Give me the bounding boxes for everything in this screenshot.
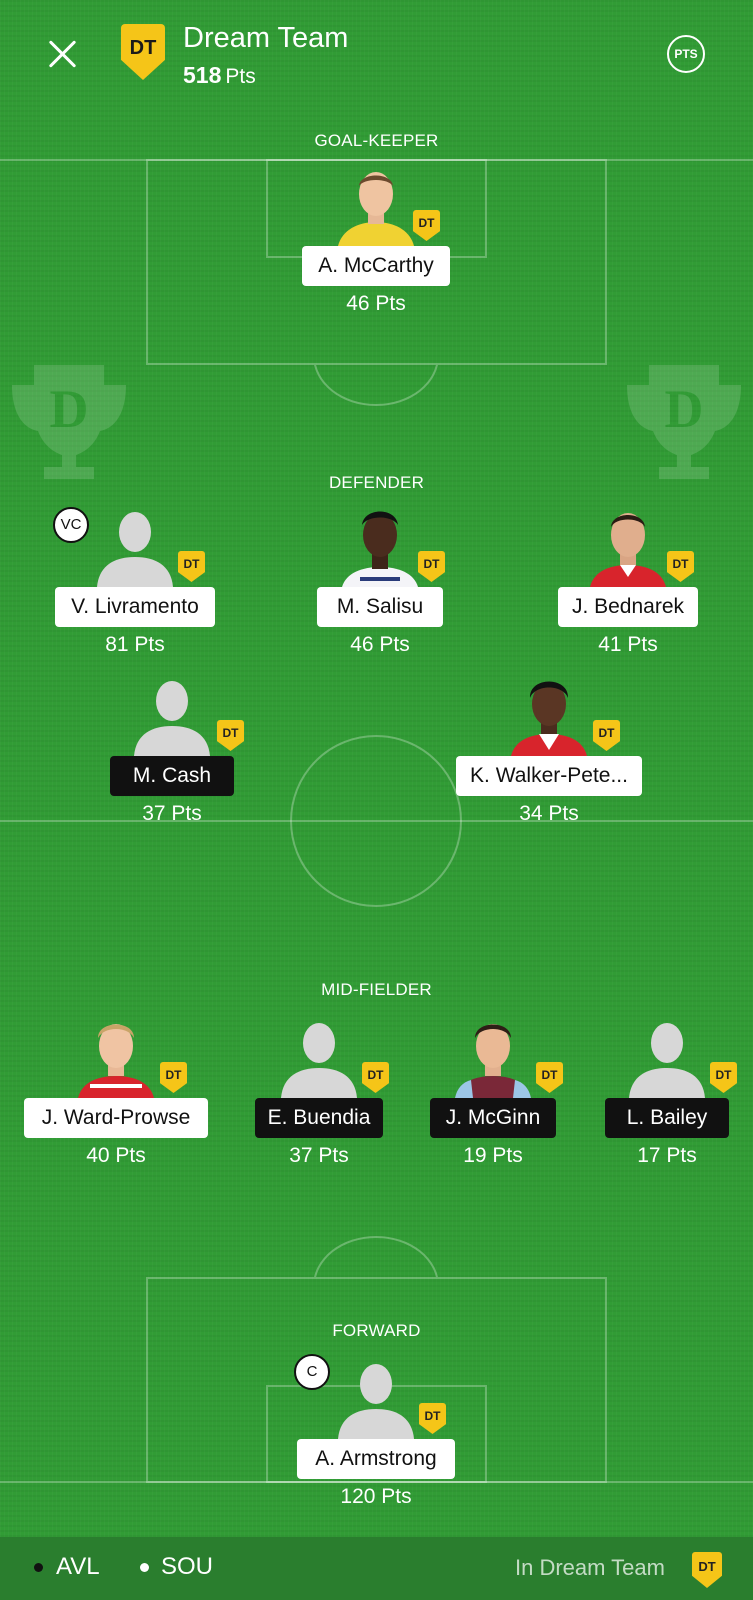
player-name-walker-peters: K. Walker-Pete... xyxy=(456,756,642,796)
page-title: Dream Team xyxy=(183,22,349,54)
player-photo-mccarthy xyxy=(338,172,414,246)
trophy-watermark-left: D xyxy=(12,365,126,479)
player-photo-walker-peters xyxy=(511,681,587,756)
player-name-bednarek: J. Bednarek xyxy=(558,587,698,627)
close-icon[interactable] xyxy=(42,34,82,74)
player-card-livramento[interactable]: VC DT V. Livramento 81 Pts xyxy=(35,505,235,656)
player-photo-bednarek xyxy=(590,513,666,587)
section-label-forward: FORWARD xyxy=(332,1321,421,1340)
player-silhouette-icon xyxy=(338,1364,414,1439)
section-label-goalkeeper: GOAL-KEEPER xyxy=(314,131,439,150)
player-points-salisu: 46 Pts xyxy=(350,633,410,656)
player-points-cash: 37 Pts xyxy=(142,802,202,825)
dt-badge: DT xyxy=(217,720,244,751)
team1-name: AVL xyxy=(56,1553,100,1580)
player-silhouette-icon xyxy=(281,1023,357,1098)
dt-badge: DT xyxy=(593,720,620,751)
trophy-watermark-right: D xyxy=(627,365,741,479)
player-silhouette-icon xyxy=(629,1023,705,1098)
dt-badge: DT xyxy=(160,1062,187,1093)
points-toggle-button[interactable]: PTS xyxy=(667,35,705,73)
player-photo-ward-prowse xyxy=(78,1024,154,1098)
player-points-mccarthy: 46 Pts xyxy=(346,292,406,315)
player-card-cash[interactable]: DT M. Cash 37 Pts xyxy=(72,674,272,825)
player-card-armstrong[interactable]: C DT A. Armstrong 120 Pts xyxy=(276,1354,476,1508)
player-card-walker-peters[interactable]: DT K. Walker-Pete... 34 Pts xyxy=(449,674,649,825)
dt-badge: DT xyxy=(667,551,694,582)
player-card-mcginn[interactable]: DT J. McGinn 19 Pts xyxy=(393,1016,593,1167)
team2-dot xyxy=(140,1563,149,1572)
player-name-mccarthy: A. McCarthy xyxy=(302,246,450,286)
dt-badge: DT xyxy=(536,1062,563,1093)
player-card-bednarek[interactable]: DT J. Bednarek 41 Pts xyxy=(528,505,728,656)
dt-badge: DT xyxy=(419,1403,446,1434)
svg-text:D: D xyxy=(665,379,704,439)
player-points-buendia: 37 Pts xyxy=(289,1144,349,1167)
player-points-ward-prowse: 40 Pts xyxy=(86,1144,146,1167)
total-points-value: 518 xyxy=(183,62,222,88)
player-points-mcginn: 19 Pts xyxy=(463,1144,523,1167)
player-name-cash: M. Cash xyxy=(110,756,234,796)
player-name-ward-prowse: J. Ward-Prowse xyxy=(24,1098,208,1138)
player-card-ward-prowse[interactable]: DT J. Ward-Prowse 40 Pts xyxy=(16,1016,216,1167)
player-name-armstrong: A. Armstrong xyxy=(297,1439,455,1479)
dt-badge: DT xyxy=(362,1062,389,1093)
player-name-bailey: L. Bailey xyxy=(605,1098,729,1138)
player-name-mcginn: J. McGinn xyxy=(430,1098,556,1138)
team1-dot xyxy=(34,1563,43,1572)
dt-badge: DT xyxy=(418,551,445,582)
player-name-salisu: M. Salisu xyxy=(317,587,443,627)
section-label-defender: DEFENDER xyxy=(328,473,425,492)
player-photo-salisu xyxy=(342,511,418,587)
captain-badge: C xyxy=(294,1354,330,1390)
player-points-walker-peters: 34 Pts xyxy=(519,802,579,825)
player-name-livramento: V. Livramento xyxy=(55,587,215,627)
player-photo-mcginn xyxy=(455,1024,531,1098)
player-points-bailey: 17 Pts xyxy=(637,1144,697,1167)
player-points-armstrong: 120 Pts xyxy=(340,1485,412,1508)
player-silhouette-icon xyxy=(97,512,173,587)
section-label-midfielder: MID-FIELDER xyxy=(321,980,432,999)
player-name-buendia: E. Buendia xyxy=(255,1098,383,1138)
center-circle xyxy=(290,735,462,907)
player-card-bailey[interactable]: DT L. Bailey 17 Pts xyxy=(567,1016,753,1167)
player-points-livramento: 81 Pts xyxy=(105,633,165,656)
total-points: 518 Pts xyxy=(183,62,256,89)
player-silhouette-icon xyxy=(134,681,210,756)
dt-badge: DT xyxy=(413,210,440,241)
vice-captain-badge: VC xyxy=(53,507,89,543)
player-card-buendia[interactable]: DT E. Buendia 37 Pts xyxy=(219,1016,419,1167)
dt-badge: DT xyxy=(710,1062,737,1093)
in-dream-team-label: In Dream Team xyxy=(515,1555,665,1580)
svg-text:D: D xyxy=(50,379,89,439)
player-points-bednarek: 41 Pts xyxy=(598,633,658,656)
player-card-salisu[interactable]: DT M. Salisu 46 Pts xyxy=(280,505,480,656)
player-card-mccarthy[interactable]: DT A. McCarthy 46 Pts xyxy=(276,164,476,315)
team2-name: SOU xyxy=(161,1553,214,1580)
total-points-unit: Pts xyxy=(225,65,256,88)
dt-badge: DT xyxy=(178,551,205,582)
